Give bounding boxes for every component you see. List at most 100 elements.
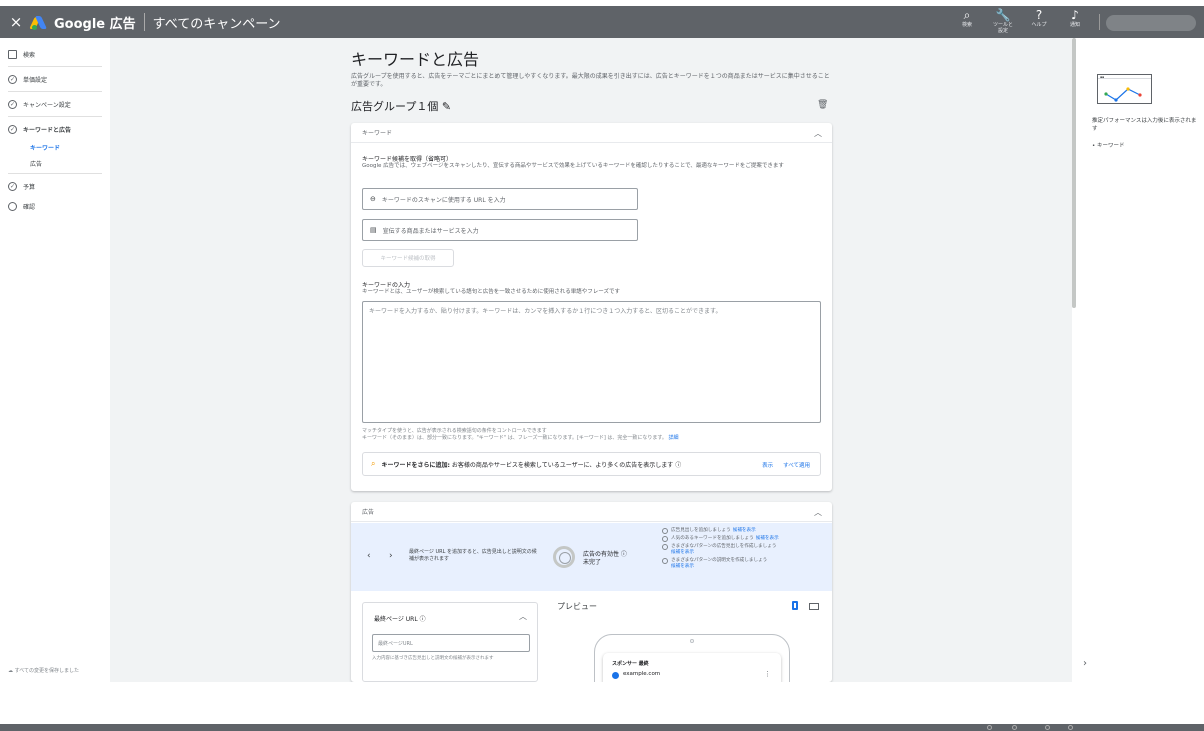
show-suggestions-link[interactable]: 候補を表示 <box>671 564 694 569</box>
search-tool-label: 検索 <box>961 22 972 28</box>
account-switcher[interactable] <box>1106 15 1196 31</box>
edit-pencil-icon[interactable]: ✎ <box>442 100 451 113</box>
save-status-text: すべての変更を保存しました <box>14 668 80 674</box>
show-suggestions-link[interactable]: 候補を表示 <box>756 536 779 541</box>
more-keywords-banner: ⌕ キーワードをさらに追加: お客様の商品やサービスを検索しているユーザーに、よ… <box>362 452 821 476</box>
main-scrollbar[interactable] <box>1072 38 1076 308</box>
sidebar-divider <box>8 173 102 174</box>
tools-settings-button[interactable]: 🔧 ツールと設定 <box>992 8 1014 34</box>
show-suggestions-link[interactable]: 候補を表示 <box>671 550 694 555</box>
sponsored-label: スポンサー 最終 <box>612 661 649 667</box>
sidebar-item-search[interactable]: 検索 <box>0 44 110 64</box>
checklist-item: 人気のあるキーワードを追加しましょう 候補を表示 <box>662 536 822 542</box>
chevron-right-icon[interactable]: › <box>1083 658 1087 669</box>
checklist-text: 人気のあるキーワードを追加しましょう <box>671 536 754 541</box>
more-keywords-text: お客様の商品やサービスを検索しているユーザーに、より多くの広告を表示します ⓘ <box>451 461 682 469</box>
chevron-up-icon[interactable]: ︿ <box>814 507 822 518</box>
scan-url-input[interactable]: ⊖ キーワードのスキャンに使用する URL を入力 <box>362 188 638 210</box>
title-divider <box>143 13 145 31</box>
more-keywords-actions: 表示 すべて適用 <box>762 461 810 469</box>
ad-preview-card: スポンサー 最終 example.com ⋮ <box>603 653 781 682</box>
close-icon[interactable]: × <box>0 13 32 31</box>
favicon-icon <box>612 672 619 679</box>
chevron-left-icon[interactable]: ‹ <box>367 551 371 561</box>
chevron-up-icon[interactable]: ︿ <box>814 128 822 139</box>
empty-circle-icon <box>662 528 668 534</box>
sidebar-item-label: 検索 <box>23 51 36 59</box>
sidebar-item-label: 予算 <box>23 183 36 191</box>
sidebar-item-label: キーワードと広告 <box>23 126 72 134</box>
check-circle-icon: ✓ <box>8 74 17 84</box>
more-vert-icon[interactable]: ⋮ <box>764 670 771 678</box>
apply-all-link[interactable]: すべて適用 <box>783 461 810 469</box>
match-type-learn-more-link[interactable]: 詳細 <box>669 435 679 441</box>
mobile-preview-icon[interactable] <box>792 601 798 610</box>
get-keywords-button[interactable]: キーワード候補の取得 <box>362 249 454 267</box>
final-url-input[interactable]: 最終ページURL <box>372 634 530 652</box>
keyword-input-desc: キーワードとは、ユーザーが検索している語句と広告を一致させるために使用される単語… <box>362 289 620 295</box>
ad-group-title-text: 広告グループ１個 <box>351 100 439 113</box>
ad-strength-value: 未完了 <box>583 559 602 566</box>
help-icon <box>1045 725 1050 730</box>
search-tool-button[interactable]: ⌕ 検索 <box>956 8 978 34</box>
show-link[interactable]: 表示 <box>762 461 773 469</box>
wrench-icon: 🔧 <box>995 8 1011 22</box>
breadcrumb[interactable]: すべてのキャンペーン <box>153 13 281 32</box>
checklist-text: 広告見出しを追加しましょう <box>671 528 731 533</box>
empty-circle-icon <box>8 201 17 211</box>
empty-circle-icon <box>662 544 668 550</box>
sidebar-item-budget[interactable]: ✓ 予算 <box>0 176 110 196</box>
search-icon: ⌕ <box>371 459 376 468</box>
match-type-note-line2: キーワード（そのまま）は、部分一致になります。"キーワード" は、フレーズ一致に… <box>362 435 822 442</box>
sidebar-divider <box>8 66 102 67</box>
show-suggestions-link[interactable]: 候補を表示 <box>733 528 756 533</box>
keyword-suggest-desc: Google 広告では、ウェブページをスキャンしたり、宣伝する商品やサービスで効… <box>362 163 784 169</box>
ad-group-title[interactable]: 広告グループ１個 ✎ <box>351 98 451 114</box>
search-icon <box>987 725 992 730</box>
keywords-card-title: キーワード <box>362 130 393 137</box>
sidebar-item-campaign-settings[interactable]: ✓ キャンペーン設定 <box>0 94 110 114</box>
tools-settings-label: ツールと設定 <box>992 22 1013 34</box>
keywords-card-header[interactable]: キーワード ︿ <box>351 123 832 143</box>
check-circle-icon: ✓ <box>8 124 17 134</box>
match-type-note-line1: マッチタイプを使うと、広告が表示される検索語句の条件をコントロールできます <box>362 428 547 434</box>
keywords-textarea[interactable]: キーワードを入力するか、貼り付けます。キーワードは、カンマを挿入するか１行につき… <box>362 301 821 423</box>
toolbar-divider <box>1099 14 1100 30</box>
check-circle-icon: ✓ <box>8 99 17 109</box>
sidebar-item-review[interactable]: 確認 <box>0 196 110 216</box>
notifications-label: 通知 <box>1069 22 1080 28</box>
app-title: Google 広告 <box>54 16 136 32</box>
phone-preview: スポンサー 最終 example.com ⋮ <box>594 634 790 682</box>
sidebar-subitem-ads[interactable]: 広告 <box>0 155 110 171</box>
link-icon: ⊖ <box>370 195 376 203</box>
page-description: 広告グループを使用すると、広告をテーマごとにまとめて管理しやすくなります。最大限… <box>351 73 830 88</box>
chevron-up-icon[interactable]: ︿ <box>519 611 527 622</box>
performance-chart-illustration: ▪▪ <box>1097 74 1152 104</box>
notifications-button[interactable]: ♪ 通知 <box>1064 8 1086 34</box>
checklist-text: さまざまなパターンの説明文を作成しましょう <box>671 558 768 563</box>
sidebar-item-bidding[interactable]: ✓ 単価設定 <box>0 69 110 89</box>
main-content[interactable]: キーワードと広告 広告グループを使用すると、広告をテーマごとにまとめて管理しやす… <box>110 38 1072 682</box>
chevron-right-icon[interactable]: › <box>389 551 393 561</box>
match-type-note: マッチタイプを使うと、広告が表示される検索語句の条件をコントロールできます キー… <box>362 428 822 442</box>
desktop-preview-icon[interactable] <box>809 603 819 610</box>
more-keywords-bold: キーワードをさらに追加: <box>381 461 450 469</box>
final-url-help: 入力内容に基づき広告見出しと説明文の候補が表示されます <box>372 656 494 661</box>
performance-note: 推定パフォーマンスは入力後に表示されます <box>1092 118 1197 132</box>
ads-card-header[interactable]: 広告 ︿ <box>351 502 832 522</box>
ad-strength-title: 広告の有効性 ⓘ <box>583 551 627 558</box>
sidebar-item-keywords-ads[interactable]: ✓ キーワードと広告 <box>0 119 110 139</box>
sidebar-subitem-keywords[interactable]: キーワード <box>0 139 110 155</box>
preview-label: プレビュー <box>557 602 597 611</box>
phone-camera <box>690 639 694 643</box>
final-url-title: 最終ページ URL ⓘ <box>374 616 426 623</box>
wrench-icon <box>1012 725 1017 730</box>
empty-circle-icon <box>662 536 668 542</box>
delete-icon[interactable]: 🗑 <box>817 100 828 110</box>
ad-strength-panel: ‹ › 最終ページ URL を追加すると、広告見出しと説明文の候補が表示されます… <box>351 523 832 591</box>
product-service-input[interactable]: ▤ 宣伝する商品またはサービスを入力 <box>362 219 638 241</box>
bell-icon: ♪ <box>1071 8 1079 22</box>
help-button[interactable]: ? ヘルプ <box>1028 8 1050 34</box>
ads-card: 広告 ︿ ‹ › 最終ページ URL を追加すると、広告見出しと説明文の候補が表… <box>351 502 832 682</box>
cloud-check-icon: ☁ <box>8 668 15 674</box>
